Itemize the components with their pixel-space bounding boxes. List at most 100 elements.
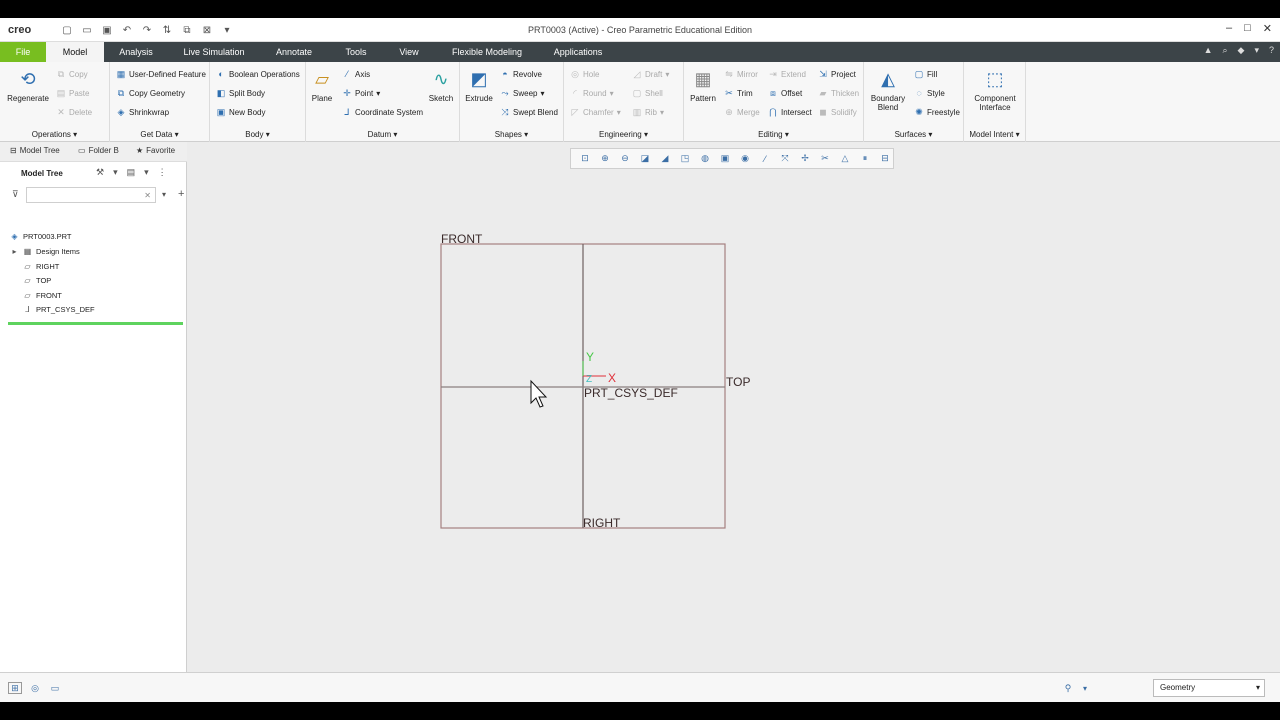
tree-columns-icon[interactable]: ⋮ [158,167,167,178]
minimize-ribbon-icon[interactable]: ▲ [1204,45,1213,56]
top-plane-label[interactable]: TOP [726,375,750,389]
new-body-button[interactable]: ▣ New Body [216,107,266,117]
round-button[interactable]: ◜ Round ▾ [570,88,613,98]
draft-button[interactable]: ◿ Draft ▾ [632,69,670,79]
tree-settings-icon[interactable]: ⚒ [96,167,104,178]
tree-item-csys[interactable]: ⅃ PRT_CSYS_DEF [23,305,94,314]
tree-item-design-items[interactable]: ▸ ▦ Design Items [10,247,79,256]
pattern-button[interactable]: ▦ Pattern [686,68,720,104]
extrude-button[interactable]: ◩ Extrude [462,68,496,104]
sketch-button[interactable]: ∿ Sketch [426,68,456,104]
chamfer-button[interactable]: ◸ Chamfer ▾ [570,107,621,117]
menu-icon[interactable]: ▾ [1254,45,1259,56]
tab-favorites[interactable]: ★ Favorite [136,146,175,155]
community-icon[interactable]: ◆ [1238,45,1245,56]
front-plane-label[interactable]: FRONT [441,232,483,246]
offset-button[interactable]: ⧈ Offset [768,88,802,98]
regenerate-button[interactable]: ⟲ Regenerate [6,68,50,104]
insert-indicator[interactable] [8,322,183,325]
editing-group-label[interactable]: Editing ▾ [684,130,863,139]
solidify-button[interactable]: ◼ Solidify [818,107,857,117]
engineering-group-label[interactable]: Engineering ▾ [564,130,683,139]
style-button[interactable]: ◌ Style [914,88,944,98]
paste-button[interactable]: ▤ Paste [56,88,90,98]
hole-button[interactable]: ◎ Hole [570,69,599,79]
swept-blend-button[interactable]: ⤨ Swept Blend [500,107,558,117]
right-plane-label[interactable]: RIGHT [583,516,621,530]
maximize-icon[interactable]: □ [1244,22,1251,35]
csys-label: Coordinate System [355,107,424,117]
offset-label: Offset [781,88,803,98]
selection-filter-dropdown[interactable]: Geometry ▾ [1153,679,1265,697]
add-icon[interactable]: + [178,188,184,200]
graphics-window[interactable]: ⊡ ⊕ ⊖ ◪ ◢ ◳ ◍ ▣ ◉ ⁄ ⤧ ✢ ✂ △ ⏸ ⊟ FRONT TO… [188,142,1280,672]
axis-button[interactable]: ⁄ Axis [342,69,370,79]
fullscreen-icon[interactable]: ▭ [48,682,62,694]
csys-label[interactable]: PRT_CSYS_DEF [584,386,678,400]
merge-button[interactable]: ⊕ Merge [724,107,759,117]
freestyle-button[interactable]: ✺ Freestyle [914,107,960,117]
tab-annotate[interactable]: Annotate [266,42,322,62]
mirror-button[interactable]: ⇋ Mirror [724,69,758,79]
boundary-blend-button[interactable]: ◭ Boundary Blend [866,68,910,113]
operations-group-label[interactable]: Operations ▾ [0,130,109,139]
point-button[interactable]: ✛ Point ▾ [342,88,380,98]
tree-item-top[interactable]: ▱ TOP [23,276,51,285]
fill-button[interactable]: ▢ Fill [914,69,937,79]
show-dropdown-icon[interactable]: ▾ [144,167,149,178]
surfaces-group-label[interactable]: Surfaces ▾ [864,130,963,139]
shapes-group-label[interactable]: Shapes ▾ [460,130,563,139]
tab-view[interactable]: View [390,42,428,62]
show-icon[interactable]: ▤ [127,167,136,178]
find-dropdown-icon[interactable]: ▾ [1078,682,1092,694]
body-group-label[interactable]: Body ▾ [210,130,305,139]
thicken-button[interactable]: ▰ Thicken [818,88,859,98]
tree-settings-dropdown-icon[interactable]: ▾ [113,167,118,178]
tree-item-right[interactable]: ▱ RIGHT [23,262,59,271]
get-data-group-label[interactable]: Get Data ▾ [110,130,209,139]
find-icon[interactable]: ⚲ [1060,682,1076,694]
tab-model-tree[interactable]: ⊟ Model Tree [10,146,60,155]
component-interface-button[interactable]: ⬚ Component Interface [968,68,1022,113]
search-dropdown-icon[interactable]: ▾ [162,190,166,199]
copy-button[interactable]: ⧉ Copy [56,69,88,79]
trim-button[interactable]: ✂ Trim [724,88,752,98]
tab-analysis[interactable]: Analysis [108,42,164,62]
tab-flexible-modeling[interactable]: Flexible Modeling [442,42,532,62]
tree-item-part[interactable]: ◈ PRT0003.PRT [10,232,71,241]
intersect-button[interactable]: ⋂ Intersect [768,107,811,117]
copy-geometry-button[interactable]: ⧉ Copy Geometry [116,88,185,98]
tab-model[interactable]: Model [46,42,104,62]
rib-button[interactable]: ▥ Rib ▾ [632,107,664,117]
tab-file[interactable]: File [0,42,46,62]
extend-button[interactable]: ⇥ Extend [768,69,806,79]
minimize-icon[interactable]: – [1226,22,1232,35]
tab-live-simulation[interactable]: Live Simulation [172,42,256,62]
search-icon[interactable]: ⌕ [1222,45,1227,56]
help-icon[interactable]: ? [1269,45,1274,56]
browser-icon[interactable]: ◎ [28,682,42,694]
datum-group-label[interactable]: Datum ▾ [306,130,459,139]
close-icon[interactable]: ✕ [1263,22,1272,35]
udf-button[interactable]: ▦ User-Defined Feature [116,69,206,79]
model-intent-group-label[interactable]: Model Intent ▾ [964,130,1025,139]
revolve-button[interactable]: ◓ Revolve [500,69,542,79]
plane-button[interactable]: ▱ Plane [308,68,336,104]
project-button[interactable]: ⇲ Project [818,69,856,79]
tree-search-input[interactable]: ✕ [26,187,156,203]
expand-icon[interactable]: ▸ [10,247,19,256]
tab-tools[interactable]: Tools [334,42,378,62]
clear-search-icon[interactable]: ✕ [144,191,151,200]
toggle-navigator-icon[interactable]: ⊞ [8,682,22,694]
sweep-button[interactable]: ⤳ Sweep ▾ [500,88,544,98]
coordinate-system-button[interactable]: ⅃ Coordinate System [342,107,423,117]
tree-item-front[interactable]: ▱ FRONT [23,291,61,300]
shrinkwrap-button[interactable]: ◈ Shrinkwrap [116,107,169,117]
split-body-button[interactable]: ◧ Split Body [216,88,265,98]
tab-applications[interactable]: Applications [546,42,610,62]
delete-button[interactable]: ✕ Delete [56,107,92,117]
model-canvas[interactable]: FRONT TOP RIGHT X Y Z PRT_CSYS_DEF [188,142,1280,672]
shell-button[interactable]: ▢ Shell [632,88,663,98]
tab-folder-browser[interactable]: ▭ Folder B [78,146,119,155]
boolean-operations-button[interactable]: ◐ Boolean Operations [216,69,299,79]
